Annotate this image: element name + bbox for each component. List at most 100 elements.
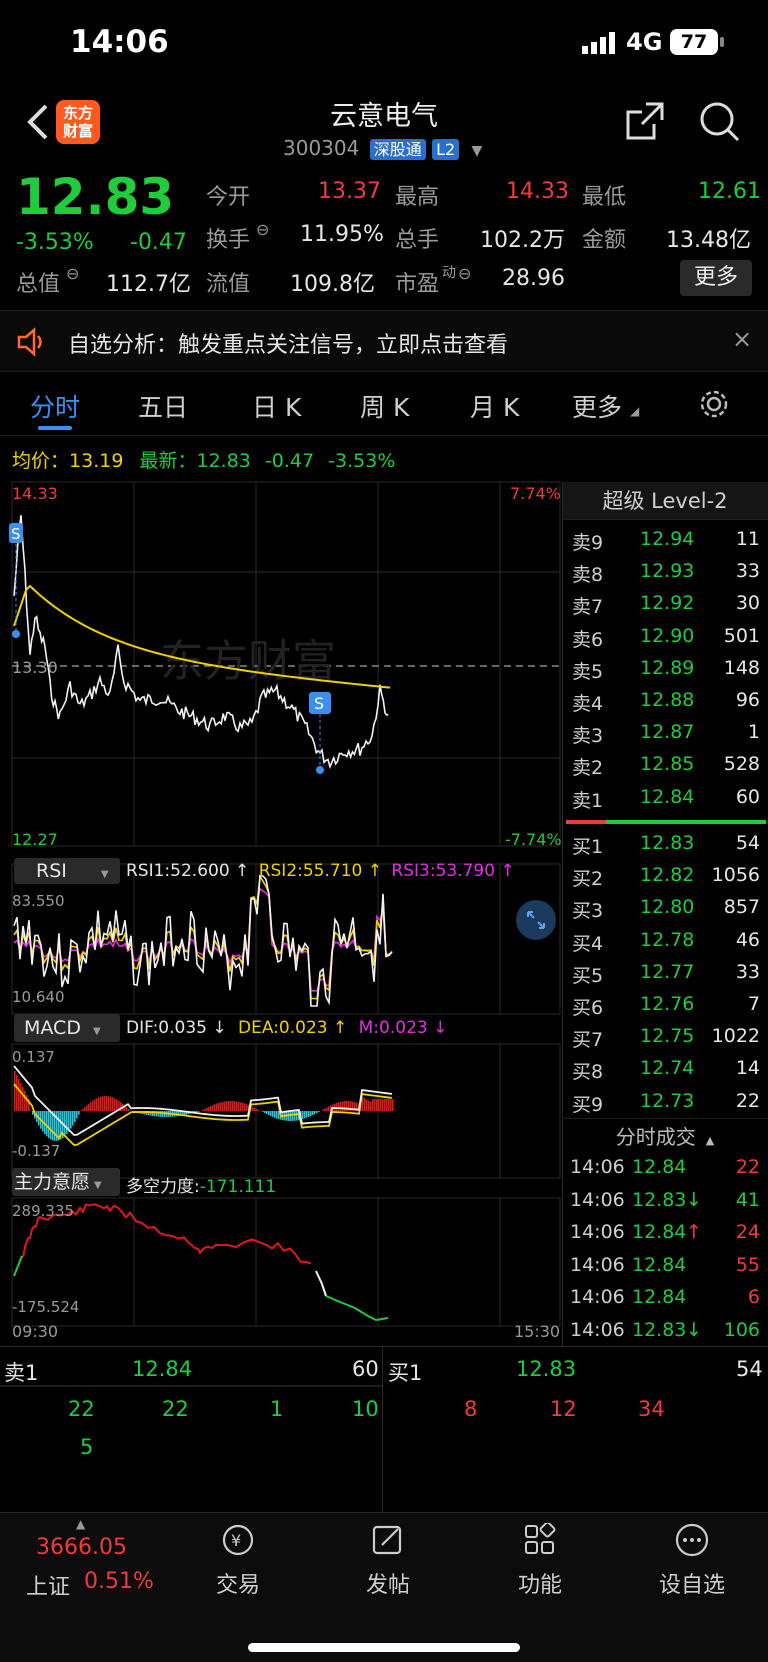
tab-intraday[interactable]: 分时 (30, 388, 80, 424)
tab-functions-label: 功能 (517, 1573, 562, 1598)
more-button[interactable]: 更多 (680, 260, 752, 296)
macd-bar (322, 1109, 324, 1111)
ask-label: 卖4 (572, 693, 604, 715)
rsi3-value: RSI3:53.790 ↑ (391, 861, 515, 881)
bid-row[interactable]: 买7 12.75 1022 (562, 1021, 768, 1053)
macd-bar (70, 1111, 72, 1129)
index-name[interactable]: 上证 (26, 1569, 70, 1601)
strip-ask-vol: 60 (352, 1357, 379, 1381)
macd-bar (92, 1100, 94, 1111)
bid-row[interactable]: 买1 12.83 54 (562, 828, 768, 860)
tab-weekly-k[interactable]: 周 K (360, 388, 409, 424)
ask-label: 卖2 (572, 757, 604, 780)
status-bar: 14:06 4G 77 (0, 0, 768, 86)
bid-row[interactable]: 买4 12.78 46 (562, 925, 768, 957)
last-label: 最新： (139, 450, 197, 472)
bid-label: 买5 (572, 964, 604, 987)
ask-row[interactable]: 卖9 12.94 11 (562, 524, 768, 556)
macd-bar (270, 1111, 272, 1116)
bid-label: 买3 (572, 900, 604, 923)
macd-bar (384, 1099, 386, 1111)
macd-bar (340, 1101, 342, 1111)
macd-bar (344, 1101, 346, 1111)
macd-bar (256, 1108, 258, 1111)
alert-bar[interactable]: 自选分析：触发重点关注信号，立即点击查看 × (0, 310, 768, 372)
index-value[interactable]: 3666.05 (36, 1535, 127, 1560)
tick-price: 12.83 (632, 1188, 687, 1211)
stock-code-row[interactable]: 300304 深股通 L2 ▼ (283, 136, 482, 166)
info-icon[interactable]: ⊖ (66, 264, 79, 283)
tab-post[interactable]: 发帖 (318, 1523, 458, 1599)
bid-row[interactable]: 买6 12.76 7 (562, 989, 768, 1021)
ask-volume: 528 (723, 753, 760, 776)
caret-icon: ◢ (630, 404, 640, 418)
alert-text: 自选分析：触发重点关注信号，立即点击查看 (68, 333, 509, 358)
macd-bar (246, 1104, 248, 1111)
rsi-indicator-select[interactable]: RSI ▼ (14, 858, 120, 884)
settings-button[interactable] (698, 388, 730, 420)
info-icon[interactable]: ⊖ (256, 220, 269, 239)
macd-bar (324, 1108, 326, 1111)
ask-row[interactable]: 卖5 12.89 148 (562, 653, 768, 685)
level2-title[interactable]: 超级 Level-2 (562, 482, 768, 520)
ask-volume: 148 (723, 656, 760, 679)
tab-trade-label: 交易 (215, 1573, 260, 1598)
macd-bar (104, 1096, 106, 1111)
macd-bar (88, 1103, 90, 1111)
ask-row[interactable]: 卖6 12.90 501 (562, 621, 768, 653)
tab-five-day[interactable]: 五日 (138, 388, 188, 424)
info-icon[interactable]: ⊖ (458, 264, 471, 283)
expand-button[interactable] (516, 900, 556, 940)
macd-bar (318, 1111, 320, 1113)
ask-row[interactable]: 卖1 12.84 60 (562, 782, 768, 814)
bid-row[interactable]: 买3 12.80 857 (562, 892, 768, 924)
tab-monthly-k[interactable]: 月 K (470, 388, 519, 424)
ask-row[interactable]: 卖4 12.88 96 (562, 685, 768, 717)
expand-icon (527, 911, 545, 929)
bid-price: 12.78 (640, 928, 695, 951)
ask-row[interactable]: 卖8 12.93 33 (562, 556, 768, 588)
ask-row[interactable]: 卖2 12.85 528 (562, 749, 768, 781)
tick-time: 14:06 (570, 1156, 625, 1178)
avg-value: 13.19 (69, 450, 124, 472)
macd-bar (266, 1111, 268, 1115)
edit-icon (372, 1525, 402, 1555)
bid-row[interactable]: 买5 12.77 33 (562, 957, 768, 989)
ask-volume: 11 (735, 528, 760, 550)
tick-arrow: ↓ (686, 1188, 702, 1211)
connect-badge: 深股通 (369, 139, 426, 160)
macd-bar (240, 1102, 242, 1111)
index-pct[interactable]: 0.51% (84, 1569, 154, 1594)
tab-daily-k[interactable]: 日 K (252, 388, 301, 424)
search-button[interactable] (698, 100, 742, 144)
macd-bar (378, 1099, 380, 1111)
close-icon[interactable]: × (732, 325, 752, 353)
macd-bar (294, 1111, 296, 1121)
tick-volume: 55 (735, 1253, 760, 1276)
bid-row[interactable]: 买8 12.74 14 (562, 1053, 768, 1085)
macd-bar (224, 1101, 226, 1111)
change-abs: -0.47 (130, 230, 187, 255)
bid-row[interactable]: 买9 12.73 22 (562, 1086, 768, 1118)
macd-indicator-select[interactable]: MACD ▼ (14, 1014, 120, 1042)
volume-value: 102.2万 (480, 228, 565, 253)
macd-bar (78, 1111, 80, 1115)
macd-bar (106, 1096, 108, 1111)
ask-label: 卖7 (572, 596, 604, 619)
bid-label: 买9 (572, 1093, 604, 1116)
float-value: 109.8亿 (290, 272, 375, 297)
amount-value: 13.48亿 (666, 228, 751, 253)
chart-tabs: 分时 五日 日 K 周 K 月 K 更多 ◢ (0, 374, 768, 436)
tab-functions[interactable]: 功能 (470, 1521, 610, 1599)
main-force-select[interactable]: 主力意愿 ▼ (12, 1168, 120, 1196)
ask-row[interactable]: 卖7 12.92 30 (562, 588, 768, 620)
ask-row[interactable]: 卖3 12.87 1 (562, 717, 768, 749)
tab-trade[interactable]: ¥ 交易 (168, 1523, 308, 1599)
tab-watchlist[interactable]: 设自选 (622, 1523, 762, 1599)
bid-row[interactable]: 买2 12.82 1056 (562, 860, 768, 892)
dif-value: DIF:0.035 ↓ (126, 1018, 227, 1038)
macd-bar (90, 1102, 92, 1111)
ticks-title[interactable]: 分时成交 ▲ (562, 1118, 768, 1154)
tab-more[interactable]: 更多 (572, 388, 622, 424)
share-button[interactable] (624, 100, 666, 142)
